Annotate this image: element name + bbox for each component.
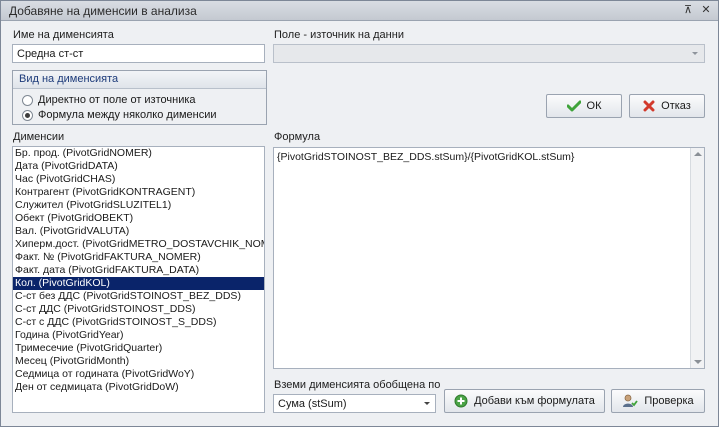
list-item[interactable]: Година (PivotGridYear) (13, 329, 264, 342)
ok-button-label: ОК (586, 100, 602, 112)
aggregation-combo[interactable]: Сума (stSum) (273, 394, 436, 413)
window-title: Добавяне на дименсии в анализа (9, 4, 197, 18)
formula-text: {PivotGridSTOINOST_BEZ_DDS.stSum}/{Pivot… (277, 151, 575, 163)
title-bar[interactable]: Добавяне на дименсии в анализа ⊼ ✕ (1, 1, 718, 21)
dimensions-list[interactable]: Бр. прод. (PivotGridNOMER) Дата (PivotGri… (12, 146, 265, 413)
radio-formula-label: Формула между няколко дименсии (38, 109, 217, 121)
list-item[interactable]: Хиперм.дост. (PivotGridMETRO_DOSTAVCHIK_… (13, 238, 264, 251)
list-item[interactable]: Вал. (PivotGridVALUTA) (13, 225, 264, 238)
dimension-type-group: Вид на дименсията Директно от поле от из… (12, 70, 267, 125)
list-item[interactable]: Контрагент (PivotGridKONTRAGENT) (13, 186, 264, 199)
radio-button-checked[interactable] (22, 109, 33, 121)
list-item[interactable]: Тримесечие (PivotGridQuarter) (13, 342, 264, 355)
list-item[interactable]: С-ст с ДДС (PivotGridSTOINOST_S_DDS) (13, 316, 264, 329)
list-item[interactable]: Месец (PivotGridMonth) (13, 355, 264, 368)
cancel-button-label: Отказ (661, 100, 691, 112)
check-button[interactable]: Проверка (611, 389, 705, 413)
radio-direct-field-label: Директно от поле от източника (38, 94, 196, 106)
aggregation-label: Вземи дименсията обобщена по (274, 379, 441, 391)
aggregation-value: Сума (stSum) (278, 398, 347, 410)
list-item[interactable]: Обект (PivotGridOBEKT) (13, 212, 264, 225)
scroll-up-icon[interactable] (694, 152, 702, 156)
list-item[interactable]: С-ст без ДДС (PivotGridSTOINOST_BEZ_DDS) (13, 290, 264, 303)
dimension-type-header: Вид на дименсията (13, 71, 266, 89)
user-check-icon (623, 394, 639, 407)
radio-button[interactable] (22, 94, 33, 106)
add-plus-icon (454, 394, 468, 408)
add-to-formula-button[interactable]: Добави към формулата (444, 389, 605, 413)
list-item[interactable]: Час (PivotGridCHAS) (13, 173, 264, 186)
formula-label: Формула (274, 131, 321, 143)
cancel-x-icon (643, 100, 655, 112)
source-field-label: Поле - източник на данни (274, 29, 404, 41)
dimension-name-input[interactable]: Средна ст-ст (12, 44, 265, 63)
formula-editor[interactable]: {PivotGridSTOINOST_BEZ_DDS.stSum}/{Pivot… (273, 147, 705, 369)
close-icon[interactable]: ✕ (698, 3, 714, 18)
chevron-down-icon (424, 402, 430, 405)
chevron-down-icon (692, 52, 698, 55)
radio-direct-field[interactable]: Директно от поле от източника (22, 94, 196, 106)
source-field-combo[interactable] (273, 44, 705, 63)
list-item[interactable]: С-ст ДДС (PivotGridSTOINOST_DDS) (13, 303, 264, 316)
radio-formula[interactable]: Формула между няколко дименсии (22, 109, 217, 121)
pin-icon[interactable]: ⊼ (680, 3, 696, 18)
list-item[interactable]: Факт. № (PivotGridFAKTURA_NOMER) (13, 251, 264, 264)
list-item[interactable]: Бр. прод. (PivotGridNOMER) (13, 147, 264, 160)
cancel-button[interactable]: Отказ (629, 94, 705, 118)
dialog-window: Добавяне на дименсии в анализа ⊼ ✕ Име н… (0, 0, 719, 427)
check-button-label: Проверка (644, 395, 694, 407)
formula-scrollbar[interactable] (690, 148, 704, 368)
check-icon (566, 100, 581, 112)
dimensions-label: Дименсии (13, 131, 65, 143)
add-to-formula-label: Добави към формулата (474, 395, 595, 407)
list-item[interactable]: Седмица от годината (PivotGridWoY) (13, 368, 264, 381)
ok-button[interactable]: ОК (546, 94, 622, 118)
list-item[interactable]: Кол. (PivotGridKOL) (13, 277, 264, 290)
list-item[interactable]: Ден от седмицата (PivotGridDoW) (13, 381, 264, 394)
list-item[interactable]: Факт. дата (PivotGridFAKTURA_DATA) (13, 264, 264, 277)
list-item[interactable]: Дата (PivotGridDATA) (13, 160, 264, 173)
scroll-down-icon[interactable] (694, 360, 702, 364)
list-item[interactable]: Служител (PivotGridSLUZITEL1) (13, 199, 264, 212)
dimension-name-label: Име на дименсията (13, 29, 114, 41)
